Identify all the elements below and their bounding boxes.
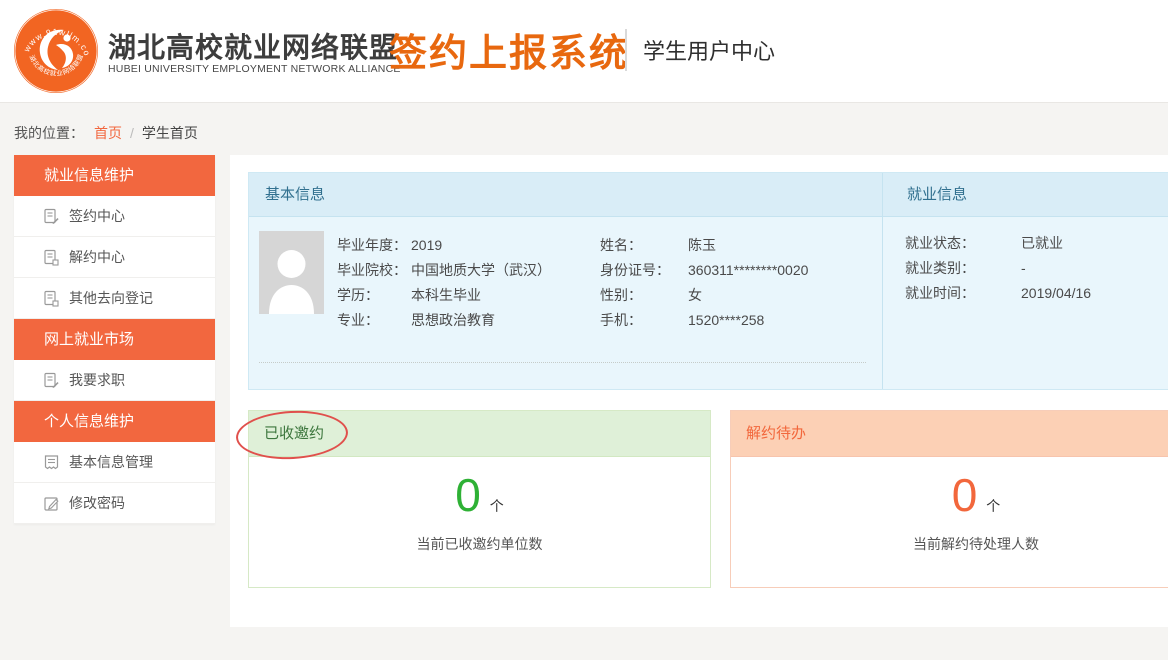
document-pen-icon [43,372,60,389]
org-name-en: HUBEI UNIVERSITY EMPLOYMENT NETWORK ALLI… [108,63,401,75]
count-row: 0个 [731,469,1168,521]
document-icon [43,290,60,307]
basic-info-col-right: 姓名： 陈玉 身份证号： 360311********0020 性别： 女 [600,233,808,389]
basic-info-fields: 毕业年度： 2019 毕业院校： 中国地质大学（武汉） 学历： 本科生毕业 [337,231,808,389]
field-value: 1520****258 [688,308,764,333]
dotted-divider [259,362,866,363]
field-row: 性别： 女 [600,283,808,308]
field-row: 身份证号： 360311********0020 [600,258,808,283]
basic-info-title: 基本信息 [249,173,882,216]
field-label: 毕业年度： [337,233,411,258]
field-value: 中国地质大学（武汉） [411,258,551,283]
field-row: 姓名： 陈玉 [600,233,808,258]
sidebar-item-label: 解约中心 [69,247,125,267]
sidebar-section-job-market[interactable]: 网上就业市场 [14,319,215,360]
info-panel-body: 毕业年度： 2019 毕业院校： 中国地质大学（武汉） 学历： 本科生毕业 [249,217,1168,389]
field-row: 就业时间： 2019/04/16 [905,281,1168,306]
portal-name: 学生用户中心 [643,34,775,66]
page: www.91wllm.com 湖北高校就业网络联盟 湖北高校就业网络联盟 HUB… [0,0,1168,660]
invitations-caption: 当前已收邀约单位数 [249,534,710,554]
org-name-cn: 湖北高校就业网络联盟 [108,26,398,66]
sidebar-nav: 就业信息维护 签约中心 解约中心 [14,155,215,524]
invitations-card-title: 已收邀约 [249,411,710,457]
count-unit: 个 [490,498,504,514]
document-pen-icon [43,208,60,225]
field-row: 学历： 本科生毕业 [337,283,600,308]
field-value: 女 [688,283,702,308]
avatar [259,231,324,314]
invitations-count: 0 [455,469,481,521]
terminations-caption: 当前解约待处理人数 [731,534,1168,554]
system-name: 签约上报系统 [389,22,629,77]
sidebar-item-label: 修改密码 [69,493,125,513]
field-row: 手机： 1520****258 [600,308,808,333]
document-lines-icon [43,454,60,471]
field-label: 专业： [337,308,411,333]
field-label: 姓名： [600,233,688,258]
employment-info-section: 就业状态： 已就业 就业类别： - 就业时间： 2019/04/16 [882,217,1168,389]
breadcrumb-current: 学生首页 [142,125,198,141]
alliance-logo-icon: www.91wllm.com 湖北高校就业网络联盟 [14,9,98,93]
header-divider [625,29,627,71]
field-value: - [1021,256,1026,281]
sidebar-item-sign-center[interactable]: 签约中心 [14,196,215,237]
sidebar-section-employment-info[interactable]: 就业信息维护 [14,155,215,196]
count-row: 0个 [249,469,710,521]
info-panel-header: 基本信息 就业信息 [249,173,1168,217]
employment-info-title: 就业信息 [882,173,1168,216]
sidebar-item-basic-info-manage[interactable]: 基本信息管理 [14,442,215,483]
field-row: 毕业院校： 中国地质大学（武汉） [337,258,600,283]
logo-dot [63,34,70,41]
sidebar-item-other-destination[interactable]: 其他去向登记 [14,278,215,319]
field-value: 本科生毕业 [411,283,481,308]
field-value: 陈玉 [688,233,716,258]
terminations-count: 0 [952,469,978,521]
field-label: 学历： [337,283,411,308]
breadcrumb-home-link[interactable]: 首页 [94,125,122,141]
basic-info-col-left: 毕业年度： 2019 毕业院校： 中国地质大学（武汉） 学历： 本科生毕业 [337,233,600,389]
terminations-card-body: 0个 当前解约待处理人数 [731,457,1168,554]
field-row: 就业状态： 已就业 [905,231,1168,256]
sidebar-item-cancel-center[interactable]: 解约中心 [14,237,215,278]
sidebar-item-label: 基本信息管理 [69,452,153,472]
field-value: 2019 [411,233,442,258]
field-value: 思想政治教育 [411,308,495,333]
breadcrumb-prefix: 我的位置： [14,125,84,141]
field-label: 就业状态： [905,231,1021,256]
edit-pen-icon [43,495,60,512]
sidebar-item-label: 其他去向登记 [69,288,153,308]
sidebar-item-change-password[interactable]: 修改密码 [14,483,215,524]
app-header: www.91wllm.com 湖北高校就业网络联盟 湖北高校就业网络联盟 HUB… [0,0,1168,103]
field-value: 360311********0020 [688,258,808,283]
sidebar-item-label: 我要求职 [69,370,125,390]
terminations-card-title: 解约待办 [731,411,1168,457]
document-icon [43,249,60,266]
field-row: 就业类别： - [905,256,1168,281]
field-row: 毕业年度： 2019 [337,233,600,258]
info-panel: 基本信息 就业信息 毕业年度： 2019 [248,172,1168,390]
field-label: 就业类别： [905,256,1021,281]
field-row: 专业： 思想政治教育 [337,308,600,333]
main-content: 基本信息 就业信息 毕业年度： 2019 [230,155,1168,627]
field-label: 就业时间： [905,281,1021,306]
count-unit: 个 [986,498,1000,514]
sidebar-item-job-seeking[interactable]: 我要求职 [14,360,215,401]
invitations-card: 已收邀约 0个 当前已收邀约单位数 [248,410,711,588]
field-label: 性别： [600,283,688,308]
basic-info-section: 毕业年度： 2019 毕业院校： 中国地质大学（武汉） 学历： 本科生毕业 [249,217,882,389]
sidebar-item-label: 签约中心 [69,206,125,226]
breadcrumb-separator: / [130,125,134,141]
invitations-card-body: 0个 当前已收邀约单位数 [249,457,710,554]
field-label: 身份证号： [600,258,688,283]
field-label: 毕业院校： [337,258,411,283]
breadcrumb: 我的位置： 首页 / 学生首页 [14,123,198,143]
field-value: 已就业 [1021,231,1063,256]
field-value: 2019/04/16 [1021,281,1091,306]
sidebar-section-personal-info[interactable]: 个人信息维护 [14,401,215,442]
terminations-card: 解约待办 0个 当前解约待处理人数 [730,410,1168,588]
field-label: 手机： [600,308,688,333]
